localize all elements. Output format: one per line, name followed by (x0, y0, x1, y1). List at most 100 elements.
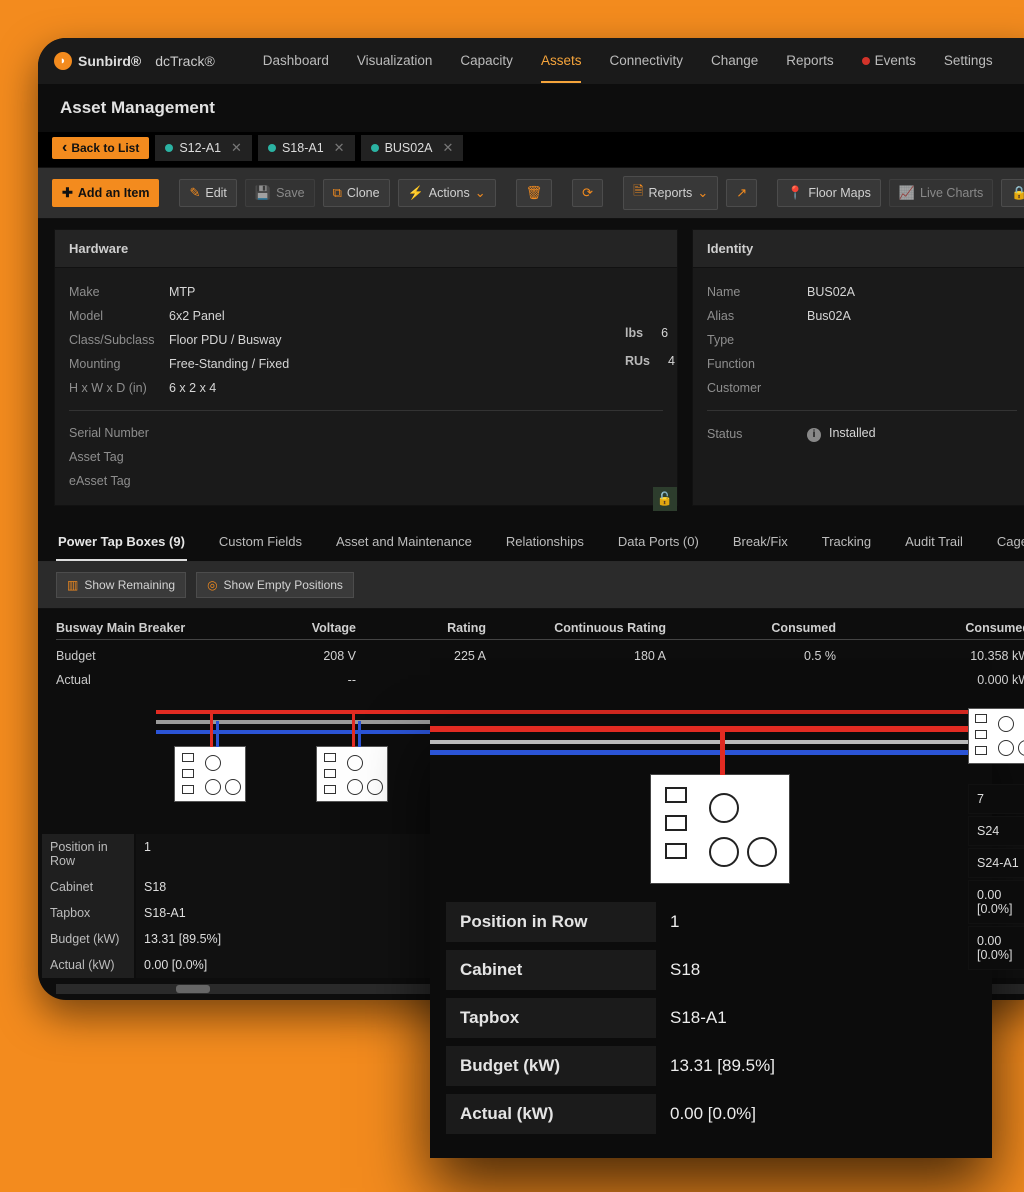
nav-items: Dashboard Visualization Capacity Assets … (263, 40, 993, 83)
scrollbar-thumb[interactable] (176, 985, 210, 993)
dim-value: 6 x 2 x 4 (169, 381, 216, 395)
tapbox-7[interactable] (968, 708, 1024, 764)
tap7-cab: S24 (968, 816, 1024, 846)
bar-chart-icon: ▥ (67, 578, 78, 592)
mounting-label: Mounting (69, 357, 169, 371)
tap7-name: S24-A1 (968, 848, 1024, 878)
tab-custom-fields[interactable]: Custom Fields (217, 524, 304, 561)
save-button[interactable]: 💾Save (245, 179, 315, 207)
tab-relationships[interactable]: Relationships (504, 524, 586, 561)
nav-events[interactable]: Events (862, 40, 916, 83)
class-label: Class/Subclass (69, 333, 169, 347)
nav-dashboard[interactable]: Dashboard (263, 40, 329, 83)
lbs-label: lbs (625, 326, 643, 340)
budget-rating: 225 A (356, 644, 486, 668)
drop-line-icon (358, 721, 361, 747)
sub-action-bar: ▥Show Remaining ◎Show Empty Positions (38, 562, 1024, 609)
tab-bus02a[interactable]: BUS02A✕ (361, 135, 464, 161)
tab-break-fix[interactable]: Break/Fix (731, 524, 790, 561)
lbs-value: 6 (661, 326, 668, 340)
tab-s12-a1[interactable]: S12-A1✕ (155, 135, 252, 161)
close-icon[interactable]: ✕ (334, 140, 345, 156)
tab-tracking[interactable]: Tracking (820, 524, 873, 561)
clone-button[interactable]: ⧉Clone (323, 179, 390, 207)
tab-audit-trail[interactable]: Audit Trail (903, 524, 965, 561)
tapbox-1-zoom[interactable] (650, 774, 790, 884)
drop-line-icon (210, 711, 213, 747)
status-value: iInstalled (807, 426, 876, 442)
popup-actual-label: Actual (kW) (446, 1094, 656, 1134)
tab-s18-a1[interactable]: S18-A1✕ (258, 135, 355, 161)
nav-assets[interactable]: Assets (541, 40, 582, 83)
col-consumed-kw: Consumed (836, 621, 1024, 640)
brand: Sunbird® dcTrack® (54, 52, 215, 70)
busway-phase-a-bar (430, 726, 992, 732)
tap7-actual: 0.00 [0.0%] (968, 926, 1024, 970)
tapbox-3[interactable] (316, 746, 388, 802)
nav-settings[interactable]: Settings (944, 40, 993, 83)
budget-consumed-kw: 10.358 kW (836, 644, 1024, 668)
delete-button[interactable]: 🗑 (516, 179, 553, 207)
close-icon[interactable]: ✕ (231, 140, 242, 156)
make-label: Make (69, 285, 169, 299)
bolt-icon: ⚡ (408, 185, 424, 201)
add-item-button[interactable]: ✚Add an Item (52, 179, 159, 207)
popup-pos-label: Position in Row (446, 902, 656, 942)
actual-voltage: -- (226, 668, 356, 692)
budget-voltage: 208 V (226, 644, 356, 668)
info-icon[interactable]: i (807, 428, 821, 442)
actions-dropdown[interactable]: ⚡Actions ⌄ (398, 179, 496, 207)
type-label: Type (707, 333, 807, 347)
alias-value: Bus02A (807, 309, 851, 323)
rus-value: 4 (668, 354, 675, 368)
easset-tag-label: eAsset Tag (69, 474, 169, 488)
edit-button[interactable]: ✎Edit (179, 179, 236, 207)
actual-consumed-kw: 0.000 kW (836, 668, 1024, 692)
row-tap-label: Tapbox (42, 900, 134, 926)
tapbox-1[interactable] (174, 746, 246, 802)
busway-diagram-zoom (430, 718, 992, 898)
drop-line-icon (352, 711, 355, 747)
reports-dropdown[interactable]: 🗎Reports ⌄ (623, 176, 718, 210)
live-charts-button[interactable]: 📈Live Charts (889, 179, 993, 207)
popup-budget-value: 13.31 [89.5%] (656, 1046, 976, 1086)
refresh-button[interactable]: ⟳ (572, 179, 603, 207)
unlock-button[interactable]: 🔓 (653, 487, 677, 511)
pencil-icon: ✎ (189, 185, 200, 201)
tap7-pos: 7 (968, 784, 1024, 814)
popup-cab-value: S18 (656, 950, 976, 990)
nav-capacity[interactable]: Capacity (460, 40, 513, 83)
class-value: Floor PDU / Busway (169, 333, 282, 347)
col-rating: Rating (356, 621, 486, 640)
unlock-icon: 🔓 (657, 491, 673, 507)
budget-consumed-pct: 0.5 % (666, 644, 836, 668)
col-voltage: Voltage (226, 621, 356, 640)
tab-data-ports[interactable]: Data Ports (0) (616, 524, 701, 561)
close-icon[interactable]: ✕ (443, 140, 454, 156)
col-cont-rating: Continuous Rating (486, 621, 666, 640)
chevron-down-icon: ⌄ (475, 185, 486, 201)
status-dot-icon (371, 144, 379, 152)
chart-icon: 📈 (899, 185, 915, 201)
permissions-button[interactable]: 🔒Permissions (1001, 179, 1024, 207)
back-to-list-button[interactable]: Back to List (52, 137, 149, 159)
floor-maps-button[interactable]: 📍Floor Maps (777, 179, 881, 207)
tap7-budget: 0.00 [0.0%] (968, 880, 1024, 924)
nav-change[interactable]: Change (711, 40, 758, 83)
tab-cage[interactable]: Cage (995, 524, 1024, 561)
nav-reports[interactable]: Reports (786, 40, 833, 83)
show-remaining-toggle[interactable]: ▥Show Remaining (56, 572, 186, 598)
hardware-panel: Hardware MakeMTP Model6x2 Panel Class/Su… (54, 229, 678, 506)
brand-name-2: dcTrack® (155, 53, 215, 69)
show-empty-toggle[interactable]: ◎Show Empty Positions (196, 572, 354, 598)
busway-phase-a-bar (156, 710, 1024, 714)
nav-visualization[interactable]: Visualization (357, 40, 433, 83)
nav-connectivity[interactable]: Connectivity (609, 40, 683, 83)
identity-panel: Identity NameBUS02A AliasBus02A Type Fun… (692, 229, 1024, 506)
popup-tap-value: S18-A1 (656, 998, 976, 1038)
share-button[interactable]: ↗ (726, 179, 757, 207)
tab-asset-maintenance[interactable]: Asset and Maintenance (334, 524, 474, 561)
tab-power-tap-boxes[interactable]: Power Tap Boxes (9) (56, 524, 187, 561)
serial-label: Serial Number (69, 426, 169, 440)
action-bar: ✚Add an Item ✎Edit 💾Save ⧉Clone ⚡Actions… (38, 167, 1024, 219)
